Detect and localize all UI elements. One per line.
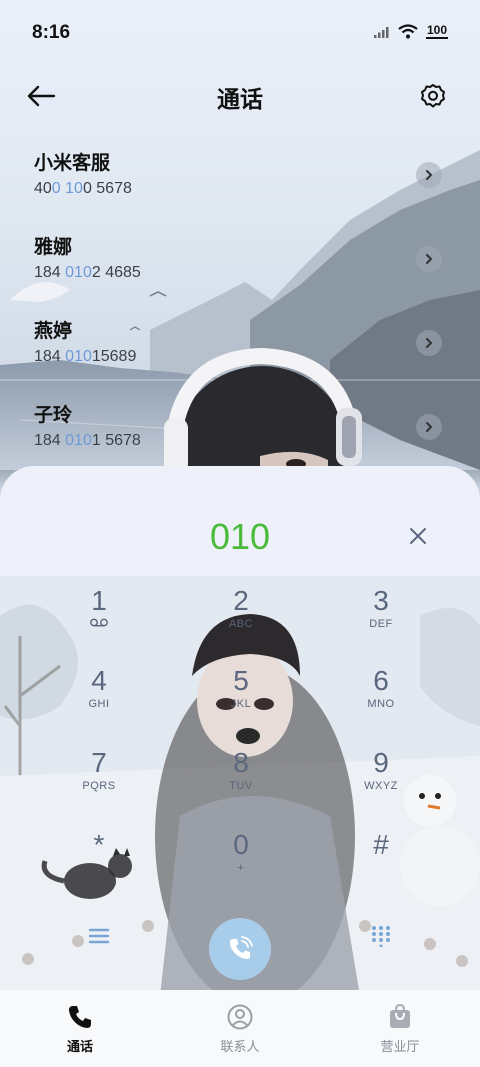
contact-name: 小米客服 (34, 152, 111, 174)
status-time: 8:16 (32, 22, 71, 43)
menu-icon (88, 928, 110, 944)
nav-tab-calls[interactable]: 通话 (0, 990, 160, 1067)
chevron-right-icon (426, 254, 433, 264)
key-7[interactable]: 7 PQRS (44, 746, 154, 816)
key-0[interactable]: 0 + (186, 828, 296, 898)
battery-icon: 100 (425, 23, 448, 39)
contact-detail-button[interactable] (416, 246, 442, 272)
contact-name: 子玲 (34, 404, 73, 426)
phone-icon (69, 1006, 91, 1028)
chevron-right-icon (426, 338, 433, 348)
key-2[interactable]: 2 ABC (186, 584, 296, 654)
nav-label: 营业厅 (380, 1040, 420, 1055)
contact-number: 400 100 5678 (34, 180, 132, 197)
phone-wave-icon (230, 936, 253, 959)
nav-label: 联系人 (220, 1040, 260, 1055)
bottom-navigation: 通话 联系人 营业厅 (0, 990, 480, 1067)
key-hash[interactable]: # (326, 828, 436, 898)
key-4[interactable]: 4 GHI (44, 664, 154, 734)
number-match-highlight: 010 (65, 264, 92, 281)
number-match-highlight: 010 (65, 432, 92, 449)
contact-name: 雅娜 (34, 236, 73, 258)
wifi-icon (398, 24, 418, 39)
number-match-highlight: 0 10 (51, 180, 83, 197)
call-button[interactable] (209, 918, 271, 980)
call-log-item[interactable]: 小米客服 400 100 5678 (0, 140, 480, 224)
gear-icon (421, 84, 445, 108)
contact-number: 184 0102 4685 (34, 264, 141, 281)
call-history-list: 小米客服 400 100 5678 雅娜 184 0102 4685 燕婷 18… (0, 140, 480, 476)
number-match-highlight: 010 (65, 348, 92, 365)
call-log-item[interactable]: 燕婷 184 01015689 (0, 308, 480, 392)
close-icon (410, 528, 426, 544)
dial-panel: 010 1 2 ABC 3 DEF 4 GHI 5 JKL 6 MNO 7 PQ… (0, 466, 480, 996)
status-icons: 100 (373, 23, 448, 39)
key-3[interactable]: 3 DEF (326, 584, 436, 654)
call-log-item[interactable]: 雅娜 184 0102 4685 (0, 224, 480, 308)
key-6[interactable]: 6 MNO (326, 664, 436, 734)
dialpad-icon (372, 926, 390, 947)
contact-detail-button[interactable] (416, 330, 442, 356)
signal-icon (373, 26, 389, 38)
menu-button[interactable] (84, 921, 114, 951)
contact-name: 燕婷 (34, 320, 73, 342)
person-icon (227, 1004, 253, 1030)
key-9[interactable]: 9 WXYZ (326, 746, 436, 816)
key-8[interactable]: 8 TUV (186, 746, 296, 816)
contact-number: 184 0101 5678 (34, 432, 141, 449)
key-1[interactable]: 1 (44, 584, 154, 654)
nav-label: 通话 (66, 1040, 93, 1055)
settings-button[interactable] (416, 79, 450, 113)
nav-tab-service-hall[interactable]: 营业厅 (320, 990, 480, 1067)
chevron-right-icon (426, 422, 433, 432)
status-bar: 8:16 100 (0, 0, 480, 68)
call-log-item[interactable]: 子玲 184 0101 5678 (0, 392, 480, 476)
keypad-toggle-button[interactable] (366, 921, 396, 951)
header: 通话 (0, 68, 480, 124)
page-title: 通话 (217, 87, 263, 113)
bag-icon (390, 1004, 410, 1028)
voicemail-icon (90, 618, 108, 627)
key-5[interactable]: 5 JKL (186, 664, 296, 734)
contact-detail-button[interactable] (416, 162, 442, 188)
nav-tab-contacts[interactable]: 联系人 (160, 990, 320, 1067)
key-star[interactable]: * , (44, 828, 154, 898)
contact-number: 184 01015689 (34, 348, 137, 365)
chevron-right-icon (426, 170, 433, 180)
contact-detail-button[interactable] (416, 414, 442, 440)
clear-button[interactable] (406, 524, 430, 548)
